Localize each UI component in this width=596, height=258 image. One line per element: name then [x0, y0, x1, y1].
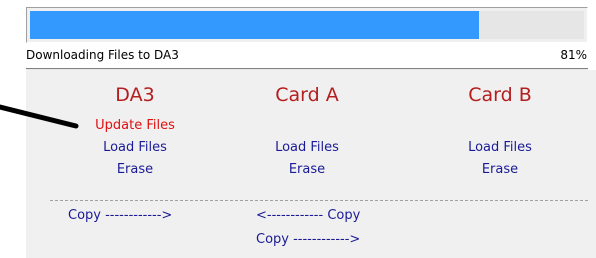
- load-files-card-b-link[interactable]: Load Files: [425, 140, 575, 155]
- copy-da3-to-card-a-link[interactable]: Copy ------------>: [68, 208, 172, 223]
- percent-text: 81%: [560, 48, 587, 62]
- erase-card-a-link[interactable]: Erase: [232, 162, 382, 177]
- load-files-card-a-link[interactable]: Load Files: [232, 140, 382, 155]
- erase-card-b-link[interactable]: Erase: [425, 162, 575, 177]
- column-title-card-a: Card A: [275, 84, 339, 106]
- download-panel: Downloading Files to DA3 81% DA3 Update …: [0, 0, 596, 258]
- progress-bar: [26, 7, 588, 43]
- dashed-separator: [50, 200, 588, 201]
- column-title-da3: DA3: [115, 84, 155, 106]
- progress-track: [30, 11, 584, 39]
- update-files-da3-link[interactable]: Update Files: [60, 118, 210, 133]
- column-title-card-b: Card B: [468, 84, 532, 106]
- status-text: Downloading Files to DA3: [26, 48, 179, 62]
- load-files-da3-link[interactable]: Load Files: [60, 140, 210, 155]
- copy-card-a-to-card-b-link[interactable]: Copy ------------>: [256, 232, 360, 247]
- copy-card-a-to-da3-link[interactable]: <------------ Copy: [256, 208, 360, 223]
- separator-highlight: [26, 69, 588, 70]
- erase-da3-link[interactable]: Erase: [60, 162, 210, 177]
- progress-fill: [30, 11, 479, 39]
